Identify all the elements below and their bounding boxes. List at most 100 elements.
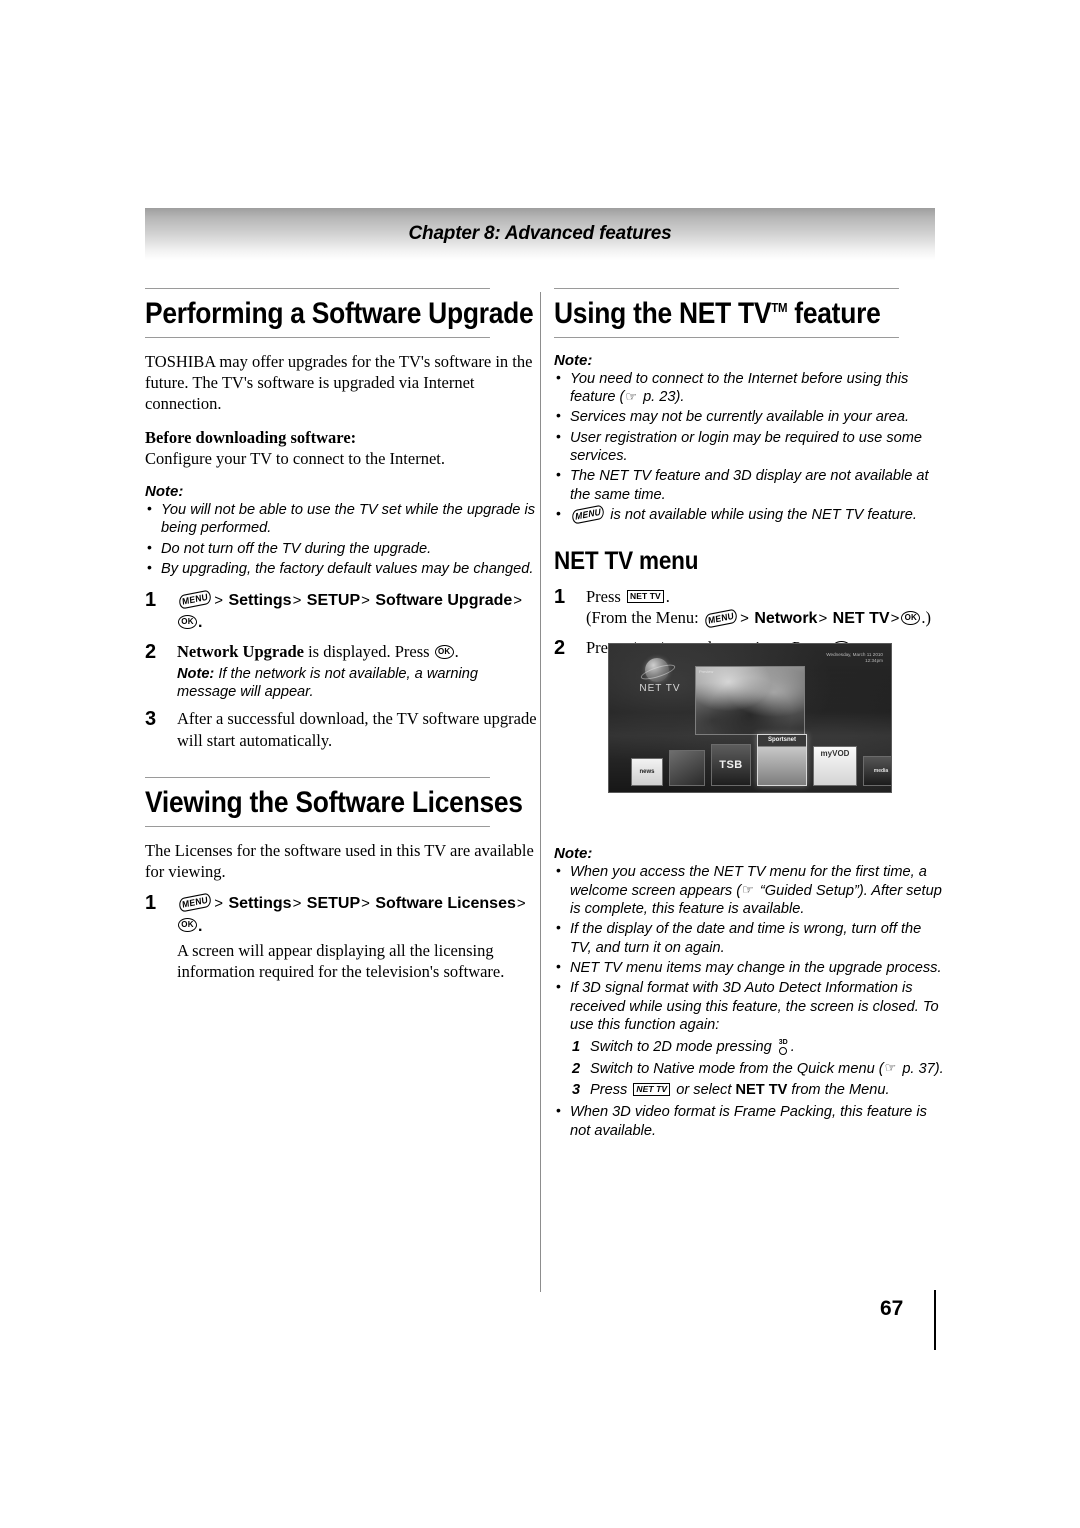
net-tv-logo: NET TV	[627, 658, 693, 698]
step-text: (From the Menu:	[586, 607, 703, 627]
step-second-line: (From the Menu: MENU > Network> NET TV> OK…	[586, 607, 931, 628]
step-item: 1 MENU > Settings> SETUP> Software Upgrad…	[145, 589, 537, 635]
substep-bold-text: NET TV	[735, 1082, 788, 1099]
note-item: You need to connect to the Internet befo…	[554, 369, 946, 407]
ok-icon: OK	[178, 918, 197, 933]
app-tile-label: TSB	[719, 758, 743, 771]
path-part: Settings	[228, 591, 292, 609]
substep-number: 3	[572, 1082, 581, 1099]
note-item: MENU is not available while using the NE…	[554, 504, 946, 525]
menu-icon: MENU	[571, 504, 605, 525]
substep-number: 2	[572, 1060, 581, 1077]
substep-text: Switch to 2D mode pressing	[590, 1038, 776, 1055]
net-tv-app-tile-row: news TSB Sportsnet myVOD media VOD	[609, 730, 891, 786]
step-number: 1	[554, 585, 566, 608]
step-inline-note: Note: If the network is not available, a…	[177, 665, 537, 702]
step-path: MENU > Settings> SETUP> Software Upgrade>…	[177, 589, 523, 632]
preview-image	[696, 667, 804, 734]
note-item: By upgrading, the factory default values…	[145, 559, 537, 578]
net-tv-time: 12:34pm	[865, 658, 883, 663]
app-tile-label: media	[873, 767, 889, 774]
path-part: SETUP	[306, 894, 361, 912]
net-tv-preview-thumbnail[interactable]: Preview	[695, 666, 805, 735]
note-item: The NET TV feature and 3D display are no…	[554, 466, 946, 504]
path-part: Settings	[228, 894, 292, 912]
step-number: 1	[145, 588, 157, 611]
section-heading-software-licenses: Viewing the Software Licenses	[145, 777, 523, 827]
left-column: Performing a Software Upgrade TOSHIBA ma…	[145, 288, 537, 989]
subsection-heading-net-tv-menu: NET TV menu	[554, 546, 699, 575]
manual-page: Chapter 8: Advanced features Performing …	[0, 0, 1080, 1528]
step-trailing: .	[198, 917, 203, 935]
app-tile[interactable]: news	[631, 758, 663, 786]
heading-main-text: Using the NET TV	[554, 297, 772, 330]
step-trailing: .)	[921, 607, 931, 627]
hand-pointing-icon: ☞	[884, 1060, 897, 1076]
note-text: is not available while using the NET TV …	[606, 507, 917, 524]
path-part: Software Upgrade	[375, 591, 513, 609]
note-item: If the display of the date and time is w…	[554, 919, 946, 957]
trademark-symbol: TM	[771, 300, 788, 315]
ok-icon: OK	[434, 645, 454, 660]
step-number: 3	[145, 708, 157, 731]
note-item: You will not be able to use the TV set w…	[145, 500, 537, 538]
path-part: NET TV	[832, 609, 890, 627]
ok-icon: OK	[178, 615, 197, 630]
app-tile-selected[interactable]: Sportsnet	[757, 734, 807, 786]
note-label-right-2: Note:	[554, 845, 593, 863]
section-heading-using-net-tv: Using the NET TVTM feature	[554, 288, 899, 338]
step-path: MENU > Settings> SETUP> Software Licenses…	[177, 892, 527, 935]
substep-trailing: p. 37).	[898, 1060, 944, 1077]
note-item: When you access the NET TV menu for the …	[554, 862, 946, 918]
note-ref-text: p. 23).	[639, 388, 685, 405]
app-tile[interactable]: media	[863, 756, 891, 786]
hand-pointing-icon: ☞	[742, 882, 754, 898]
step-item: 1 Press NET TV. (From the Menu: MENU > Net…	[554, 586, 946, 630]
software-licenses-intro: The Licenses for the software used in th…	[145, 840, 534, 881]
note-item: Services may not be currently available …	[554, 407, 946, 426]
net-tv-wordmark: NET TV	[639, 683, 681, 694]
step-follow-text: A screen will appear displaying all the …	[177, 940, 505, 981]
heading-tail-text: feature	[787, 297, 881, 330]
column-divider	[540, 292, 541, 1292]
substep-trailing: from the Menu.	[787, 1082, 890, 1099]
substep-text: or select	[672, 1082, 736, 1099]
step-trailing: .	[198, 614, 203, 632]
step-text: is displayed. Press	[303, 642, 434, 662]
steps-software-upgrade: 1 MENU > Settings> SETUP> Software Upgrad…	[145, 589, 537, 752]
preview-caption: Preview	[699, 669, 714, 674]
net-tv-button-icon: NET TV	[633, 1083, 671, 1096]
app-tile[interactable]	[669, 750, 705, 786]
substep-item: 3 Press NET TV or select NET TV from the …	[570, 1081, 946, 1100]
steps-software-licenses: 1 MENU > Settings> SETUP> Software Licens…	[145, 892, 537, 982]
note-substeps: 1 Switch to 2D mode pressing 3D. 2 Switch …	[570, 1038, 946, 1101]
step-item: 2 Network Upgrade is displayed. Press OK…	[145, 641, 537, 701]
step-text: Press	[586, 586, 625, 606]
note-item: User registration or login may be requir…	[554, 428, 946, 466]
chapter-banner: Chapter 8: Advanced features	[145, 208, 935, 260]
app-tile[interactable]: myVOD	[813, 746, 857, 786]
three-d-button-icon: 3D	[777, 1039, 790, 1056]
note-label-right-1: Note:	[554, 351, 593, 369]
note-item: NET TV menu items may change in the upgr…	[554, 958, 946, 977]
section-heading-software-upgrade: Performing a Software Upgrade	[145, 288, 534, 338]
step-number: 2	[554, 636, 566, 659]
substep-text: Press	[590, 1082, 632, 1099]
net-tv-button-icon: NET TV	[626, 590, 664, 603]
menu-icon: MENU	[178, 589, 212, 610]
before-downloading-block: Before downloading software: Configure y…	[145, 427, 537, 469]
note-item: When 3D video format is Frame Packing, t…	[554, 1102, 946, 1140]
page-edge-rule	[934, 1290, 936, 1350]
inline-note-text: If the network is not available, a warni…	[177, 665, 478, 700]
note-list-net-tv: You need to connect to the Internet befo…	[554, 369, 946, 525]
note-list-software-upgrade: You will not be able to use the TV set w…	[145, 500, 537, 579]
step-trailing: .	[454, 642, 459, 662]
app-tile-label: myVOD	[820, 749, 850, 758]
inline-note-label: Note:	[177, 665, 215, 682]
substep-trailing: .	[790, 1038, 795, 1055]
app-tile-label: news	[639, 769, 655, 775]
page-number: 67	[880, 1297, 904, 1320]
hand-pointing-icon: ☞	[625, 388, 638, 404]
path-part: Software Licenses	[375, 894, 516, 912]
app-tile[interactable]: TSB	[711, 744, 751, 786]
